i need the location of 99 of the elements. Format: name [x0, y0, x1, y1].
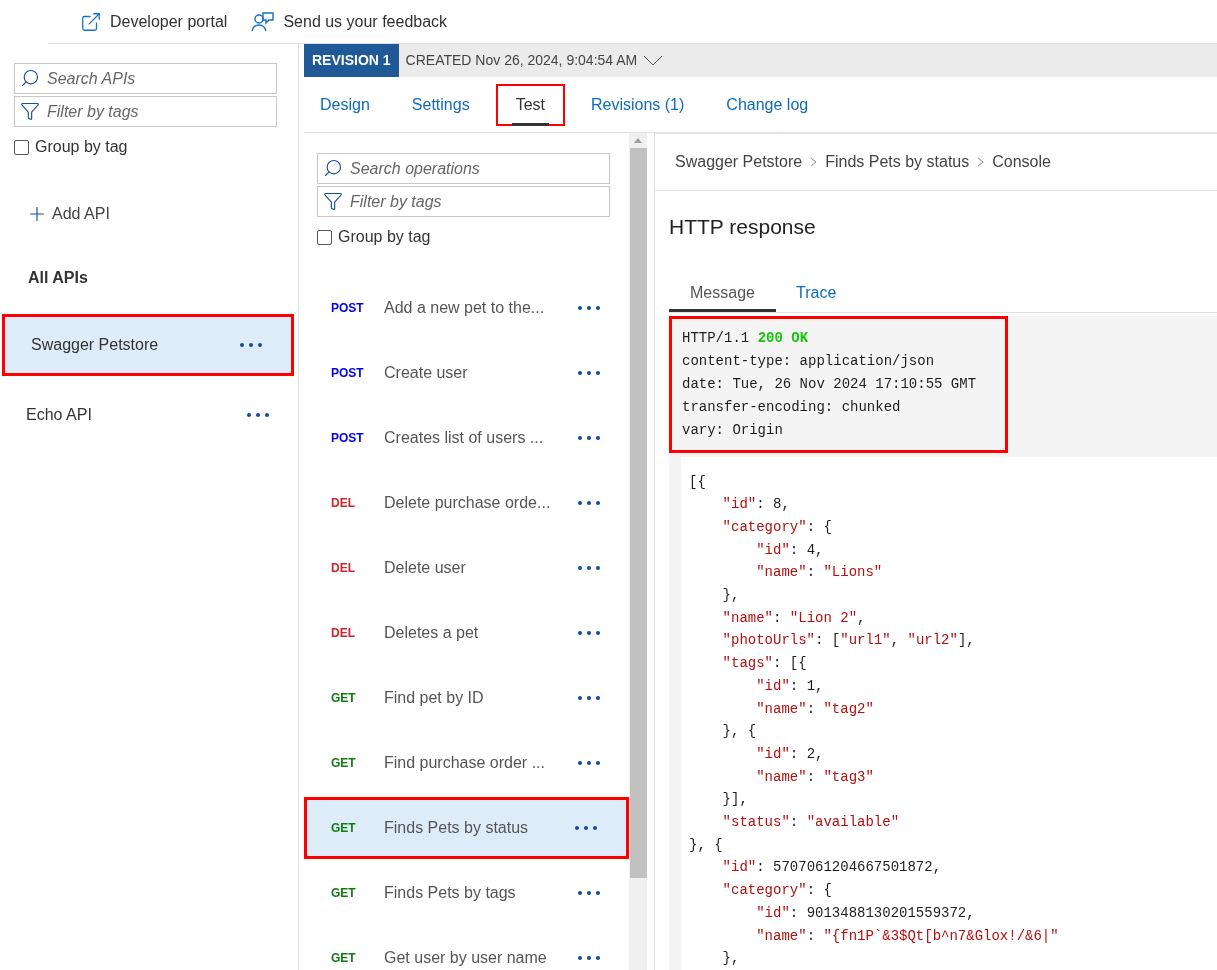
tab[interactable]: Revisions (1) [574, 83, 701, 126]
tab[interactable]: Change log [710, 83, 825, 126]
breadcrumb-link[interactable]: Swagger Petstore [675, 150, 803, 174]
code-line: "name": "tag3" [755, 767, 875, 787]
code-line: [{ [689, 472, 707, 492]
more-icon[interactable] [246, 412, 270, 418]
external-link-icon [80, 10, 102, 33]
code-line: "id": 2, [755, 744, 825, 764]
tab[interactable]: Settings [395, 83, 486, 126]
code-line: "name": "Lions" [755, 563, 884, 583]
tab[interactable]: Test [495, 83, 565, 126]
code-line: }, { [689, 835, 724, 855]
operation-item[interactable]: GET Get user by user name [304, 927, 629, 970]
header-line: transfer-encoding: chunked [682, 397, 902, 417]
add-api-button[interactable]: Add API [26, 202, 110, 226]
section-heading: All APIs [28, 268, 89, 288]
filter-icon [20, 101, 40, 121]
code-line: }, [721, 949, 741, 969]
chevron-right-icon [977, 157, 985, 167]
operation-item[interactable]: DEL Delete purchase orde... [304, 472, 629, 534]
filter-field[interactable]: Filter by tags [14, 96, 277, 127]
operation-item[interactable]: GET Finds Pets by status [304, 797, 629, 859]
code-line: }, [721, 586, 741, 606]
scrollbar[interactable] [629, 133, 647, 970]
method-label: GET [331, 950, 357, 967]
header-line: vary: Origin [682, 420, 784, 440]
method-label: GET [331, 820, 357, 837]
chevron-right-icon [810, 157, 818, 167]
code-line: "name": "Lion 2", [721, 608, 867, 628]
search-field[interactable]: Search operations [317, 153, 610, 184]
revision-dropdown[interactable]: CREATED Nov 26, 2024, 9:04:54 AM [398, 44, 671, 77]
checkbox-label: Group by tag [35, 137, 128, 157]
method-label: GET [331, 690, 357, 707]
method-label: POST [331, 365, 365, 382]
code-line: "id": 1, [755, 676, 825, 696]
method-label: DEL [331, 560, 356, 577]
more-icon[interactable] [577, 695, 601, 701]
search-icon [323, 158, 343, 178]
more-icon[interactable] [239, 342, 263, 348]
section-title: HTTP response [669, 214, 817, 241]
breadcrumb-link[interactable]: Console [992, 150, 1051, 174]
checkbox[interactable] [317, 229, 332, 245]
method-label: DEL [331, 625, 356, 642]
operation-item[interactable]: DEL Deletes a pet [304, 602, 629, 664]
code-line: "name": "tag2" [755, 699, 875, 719]
more-icon[interactable] [577, 760, 601, 766]
tab[interactable]: Trace [776, 277, 857, 312]
code-line: "category": { [721, 517, 833, 537]
operation-item[interactable]: GET Find purchase order ... [304, 732, 629, 794]
code-line: }, { [721, 722, 758, 742]
code-line: "id": 8, [721, 495, 791, 515]
code-line: }], [721, 790, 749, 810]
top-link[interactable]: Developer portal [80, 9, 228, 34]
more-icon[interactable] [577, 890, 601, 896]
feedback-icon [251, 10, 276, 33]
code-line: "photoUrls": ["url1", "url2"], [721, 631, 976, 651]
code-line: "name": "{fn1P`&3$Qt[b^n7&Glox!/&6|" [755, 926, 1060, 946]
operation-item[interactable]: GET Finds Pets by tags [304, 862, 629, 924]
operation-item[interactable]: POST Create user [304, 342, 629, 404]
method-label: GET [331, 755, 357, 772]
tab[interactable]: Design [304, 83, 386, 126]
operation-item[interactable]: DEL Delete user [304, 537, 629, 599]
operation-item[interactable]: GET Find pet by ID [304, 667, 629, 729]
filter-field[interactable]: Filter by tags [317, 186, 610, 217]
method-label: DEL [331, 495, 356, 512]
method-label: POST [331, 430, 365, 447]
code-line: "category": { [721, 881, 833, 901]
filter-icon [323, 191, 343, 211]
tab[interactable]: Message [669, 277, 776, 312]
search-icon [20, 68, 40, 88]
chevron-down-icon [643, 55, 664, 66]
header-line: content-type: application/json [682, 351, 936, 371]
search-field[interactable]: Search APIs [14, 63, 277, 94]
api-list-item[interactable]: Echo API [0, 384, 298, 446]
code-line: "id": 5707061204667501872, [721, 858, 943, 878]
checkbox-label: Group by tag [338, 227, 431, 247]
code-line: "id": 4, [755, 540, 825, 560]
checkbox[interactable] [14, 139, 29, 155]
more-icon[interactable] [577, 435, 601, 441]
operation-item[interactable]: POST Add a new pet to the... [304, 277, 629, 339]
method-label: GET [331, 885, 357, 902]
more-icon[interactable] [577, 565, 601, 571]
header-line: date: Tue, 26 Nov 2024 17:10:55 GMT [682, 374, 978, 394]
breadcrumb-link[interactable]: Finds Pets by status [825, 150, 970, 174]
header-line: HTTP/1.1 200 OK [682, 328, 810, 348]
more-icon[interactable] [577, 630, 601, 636]
operation-item[interactable]: POST Creates list of users ... [304, 407, 629, 469]
code-line: "id": 9013488130201559372, [755, 903, 976, 923]
revision-badge: REVISION 1 [304, 44, 399, 77]
top-link[interactable]: Send us your feedback [251, 9, 448, 34]
more-icon[interactable] [574, 825, 598, 831]
more-icon[interactable] [577, 955, 601, 961]
code-line: "status": "available" [721, 813, 901, 833]
more-icon[interactable] [577, 305, 601, 311]
code-line: "tags": [{ [721, 654, 808, 674]
more-icon[interactable] [577, 370, 601, 376]
more-icon[interactable] [577, 500, 601, 506]
api-list-item[interactable]: Swagger Petstore [2, 314, 294, 376]
method-label: POST [331, 300, 365, 317]
